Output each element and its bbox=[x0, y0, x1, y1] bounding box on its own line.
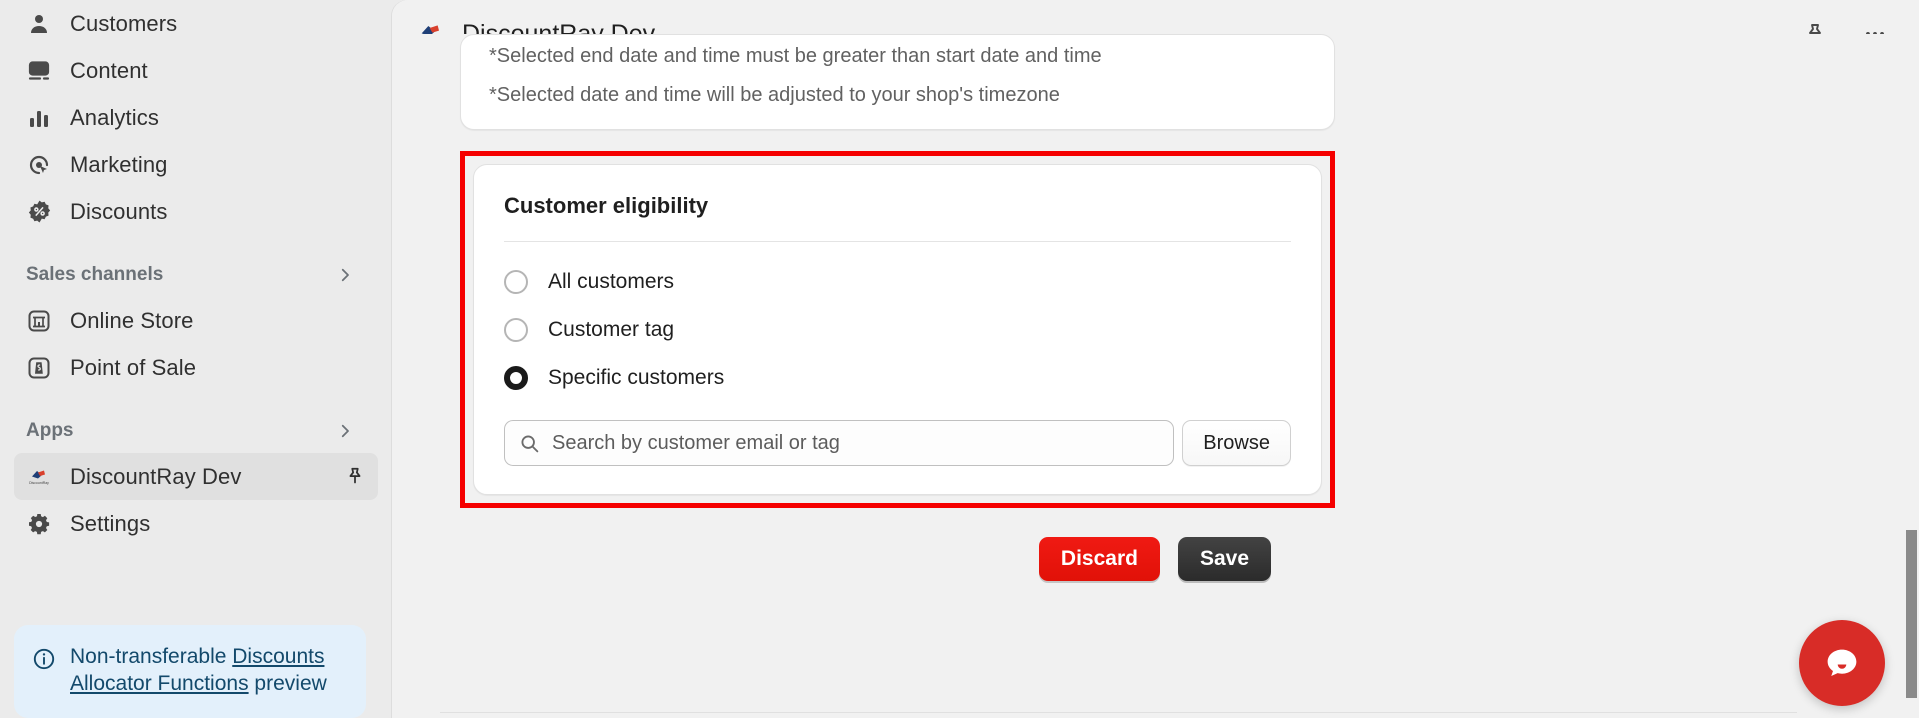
sidebar-item-customers[interactable]: Customers bbox=[14, 0, 378, 47]
preview-banner: Non-transferable Discounts Allocator Fun… bbox=[14, 624, 366, 718]
content-icon bbox=[26, 58, 52, 84]
sidebar-item-label: Analytics bbox=[70, 104, 159, 130]
browse-button[interactable]: Browse bbox=[1182, 420, 1291, 466]
section-title: Apps bbox=[26, 420, 74, 441]
sidebar-item-label: Customers bbox=[70, 10, 178, 36]
info-icon bbox=[32, 647, 56, 698]
customer-search-row: Browse bbox=[474, 402, 1321, 494]
radio-indicator[interactable] bbox=[504, 318, 528, 342]
note-timezone: *Selected date and time will be adjusted… bbox=[489, 84, 1060, 106]
save-button[interactable]: Save bbox=[1177, 537, 1271, 581]
radio-label: Customer tag bbox=[548, 318, 675, 341]
marketing-icon bbox=[26, 152, 52, 178]
storefront-icon bbox=[26, 308, 52, 334]
customer-eligibility-card: Customer eligibility All customers Custo… bbox=[473, 164, 1322, 495]
sidebar-item-label: Settings bbox=[70, 510, 151, 536]
sidebar-item-point-of-sale[interactable]: Point of Sale bbox=[14, 344, 378, 391]
sidebar-item-label: Point of Sale bbox=[70, 354, 197, 380]
vertical-scrollbar[interactable] bbox=[1906, 0, 1919, 718]
content-column: *Selected end date and time must be grea… bbox=[460, 34, 1335, 581]
main-panel: DiscountRay DiscountRay Dev bbox=[392, 0, 1919, 718]
scrollbar-thumb[interactable] bbox=[1906, 530, 1917, 698]
search-input[interactable] bbox=[552, 431, 1160, 455]
radio-label: All customers bbox=[548, 270, 675, 293]
sidebar-item-discountray-dev[interactable]: DiscountRay DiscountRay Dev bbox=[14, 453, 378, 500]
sidebar-section-apps[interactable]: Apps bbox=[14, 409, 378, 453]
customer-icon bbox=[26, 11, 52, 37]
form-actions: Discard Save bbox=[460, 537, 1335, 581]
banner-suffix: preview bbox=[248, 672, 327, 696]
radio-option-customer-tag[interactable]: Customer tag bbox=[504, 306, 1291, 354]
sidebar-item-discounts[interactable]: Discounts bbox=[14, 188, 378, 235]
highlight-outline: Customer eligibility All customers Custo… bbox=[460, 151, 1335, 508]
customer-search-box[interactable] bbox=[504, 420, 1175, 466]
sidebar-item-online-store[interactable]: Online Store bbox=[14, 297, 378, 344]
sidebar-item-label: Online Store bbox=[70, 307, 194, 333]
sidebar-item-analytics[interactable]: Analytics bbox=[14, 94, 378, 141]
radio-indicator[interactable] bbox=[504, 270, 528, 294]
sidebar-primary-nav: Customers Content Analytics Marketing Di… bbox=[0, 0, 392, 547]
banner-prefix: Non-transferable bbox=[70, 644, 233, 668]
chevron-right-icon[interactable] bbox=[336, 422, 354, 440]
gear-icon bbox=[26, 511, 52, 537]
discountray-logo: DiscountRay bbox=[26, 464, 52, 490]
sidebar-item-label: DiscountRay Dev bbox=[70, 463, 242, 489]
sidebar-item-label: Marketing bbox=[70, 151, 168, 177]
footer-divider bbox=[440, 712, 1797, 713]
radio-indicator-selected[interactable] bbox=[504, 366, 528, 390]
discard-button[interactable]: Discard bbox=[1038, 537, 1160, 581]
sidebar: Customers Content Analytics Marketing Di… bbox=[0, 0, 392, 718]
discount-icon bbox=[26, 199, 52, 225]
preview-banner-text: Non-transferable Discounts Allocator Fun… bbox=[70, 643, 348, 698]
content-area: *Selected end date and time must be grea… bbox=[392, 34, 1919, 713]
card-title: Customer eligibility bbox=[504, 193, 709, 218]
sidebar-item-marketing[interactable]: Marketing bbox=[14, 141, 378, 188]
date-notes-card: *Selected end date and time must be grea… bbox=[460, 34, 1335, 130]
sidebar-item-label: Discounts bbox=[70, 198, 168, 224]
pin-icon[interactable] bbox=[344, 466, 366, 488]
svg-text:DiscountRay: DiscountRay bbox=[29, 481, 49, 485]
pos-icon bbox=[26, 355, 52, 381]
radio-option-specific-customers[interactable]: Specific customers bbox=[504, 354, 1291, 402]
sidebar-item-content[interactable]: Content bbox=[14, 47, 378, 94]
search-icon bbox=[519, 433, 540, 454]
section-title: Sales channels bbox=[26, 264, 164, 285]
chat-launcher-button[interactable] bbox=[1799, 620, 1885, 706]
radio-option-all-customers[interactable]: All customers bbox=[504, 258, 1291, 306]
app-window: Customers Content Analytics Marketing Di… bbox=[0, 0, 1919, 718]
sidebar-item-settings[interactable]: Settings bbox=[14, 500, 378, 547]
eligibility-radio-group: All customers Customer tag Specific cust… bbox=[474, 242, 1321, 402]
sidebar-item-label: Content bbox=[70, 57, 148, 83]
chat-bubble-icon bbox=[1827, 649, 1857, 677]
sidebar-section-sales-channels[interactable]: Sales channels bbox=[14, 253, 378, 297]
note-end-date: *Selected end date and time must be grea… bbox=[489, 45, 1102, 67]
radio-label: Specific customers bbox=[548, 366, 725, 389]
chevron-right-icon[interactable] bbox=[336, 266, 354, 284]
analytics-icon bbox=[26, 105, 52, 131]
